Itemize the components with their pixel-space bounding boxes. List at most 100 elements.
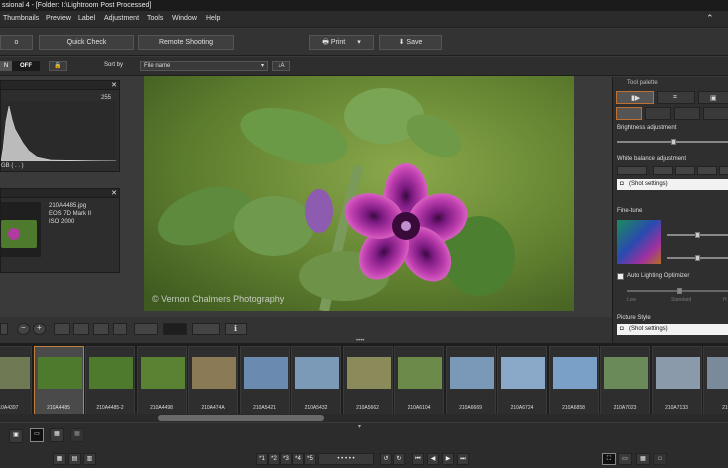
picture-style-select[interactable]: ◘ (Shot settings) bbox=[617, 324, 728, 335]
wb-select[interactable]: ◘ (Shot settings) bbox=[617, 179, 728, 190]
menu-window[interactable]: Window bbox=[172, 15, 197, 22]
grid-icon[interactable] bbox=[73, 323, 89, 335]
thumbnail-item[interactable]: 210A6858 bbox=[548, 346, 599, 415]
thumbnail-item[interactable]: 210A5662 bbox=[342, 346, 393, 415]
menu-adjustment[interactable]: Adjustment bbox=[104, 15, 139, 22]
fit-icon[interactable] bbox=[54, 323, 70, 335]
thumbnail-image bbox=[0, 357, 30, 389]
menu-help[interactable]: Help bbox=[206, 15, 220, 22]
subtab-2[interactable] bbox=[645, 107, 671, 120]
next-icon[interactable]: ▶ bbox=[442, 453, 454, 465]
thumbnail-label: 210A6104 bbox=[407, 405, 431, 411]
left-button[interactable]: o bbox=[0, 35, 33, 50]
thumbnail-item[interactable]: 210A6724 bbox=[497, 346, 547, 415]
display-mode-icon[interactable] bbox=[163, 323, 187, 335]
compare-icon[interactable] bbox=[93, 323, 109, 335]
wb-btn-4[interactable] bbox=[697, 166, 717, 175]
thumbnail-item[interactable]: 210A bbox=[703, 346, 728, 415]
rotate-right-icon[interactable]: ↻ bbox=[393, 453, 405, 465]
menu-label[interactable]: Label bbox=[78, 15, 95, 22]
filmstrip-scrollbar[interactable] bbox=[0, 414, 728, 422]
thumb-small-icon[interactable]: ▦ bbox=[53, 453, 66, 465]
first-icon[interactable]: ⏮ bbox=[412, 453, 424, 465]
wb-btn-5[interactable] bbox=[719, 166, 728, 175]
thumbnail-item[interactable]: 210A6669 bbox=[445, 346, 496, 415]
sort-select[interactable]: File name ▾ bbox=[140, 61, 268, 71]
rating-2[interactable]: *2 bbox=[268, 453, 280, 465]
thumbnail-item[interactable]: 210A4485-2 bbox=[85, 346, 135, 415]
af-point-icon[interactable] bbox=[192, 323, 220, 335]
fullscreen-icon[interactable]: ⛶ bbox=[602, 453, 616, 465]
save-button[interactable]: ⬇ Save bbox=[379, 35, 442, 50]
layout-icon[interactable] bbox=[113, 323, 127, 335]
thumbnail-item[interactable]: 210A4397 bbox=[0, 346, 32, 415]
color-grid[interactable] bbox=[617, 220, 661, 264]
collapse-icon[interactable]: ⌃ bbox=[706, 13, 714, 24]
brightness-knob[interactable] bbox=[671, 139, 676, 145]
info-icon[interactable]: ℹ bbox=[225, 323, 247, 335]
quick-check-button[interactable]: Quick Check bbox=[39, 35, 134, 50]
tab-basic[interactable]: ▮▶ bbox=[616, 91, 654, 104]
multi-view-icon[interactable]: ▦ bbox=[70, 428, 84, 442]
wb-btn-3[interactable] bbox=[675, 166, 695, 175]
finetune-knob-1[interactable] bbox=[695, 232, 700, 238]
thumbnail-item[interactable]: 210A6104 bbox=[394, 346, 444, 415]
tool-palette-title: Tool palette bbox=[627, 80, 658, 86]
thumbnail-item[interactable]: 210A4485 bbox=[33, 346, 84, 415]
rotate-left-icon[interactable]: ↺ bbox=[380, 453, 392, 465]
thumb-medium-icon[interactable]: ▤ bbox=[68, 453, 81, 465]
off-toggle[interactable]: OFF bbox=[12, 61, 40, 71]
rating-3[interactable]: *3 bbox=[280, 453, 292, 465]
label-dots[interactable]: • • • • • bbox=[318, 453, 374, 465]
zoom-out-icon[interactable]: − bbox=[17, 323, 30, 335]
rating-5[interactable]: *5 bbox=[304, 453, 316, 465]
view-btn-0[interactable] bbox=[0, 323, 8, 335]
thumbnail-item[interactable]: 210A7133 bbox=[651, 346, 702, 415]
menu-tools[interactable]: Tools bbox=[147, 15, 163, 22]
scroll-thumb[interactable] bbox=[158, 415, 324, 421]
zoom-in-icon[interactable]: + bbox=[33, 323, 46, 335]
preview-icon[interactable]: ▭ bbox=[618, 453, 632, 465]
menu-preview[interactable]: Preview bbox=[46, 15, 71, 22]
camera-icon[interactable]: ◘ bbox=[653, 453, 667, 465]
print-button[interactable]: 🖶 Print ▾ bbox=[309, 35, 374, 50]
alo-label: Auto Lighting Optimizer bbox=[627, 273, 690, 279]
frame-icon[interactable] bbox=[134, 323, 158, 335]
grid-view-icon[interactable]: ▦ bbox=[50, 428, 64, 442]
single-view-icon[interactable]: ▭ bbox=[30, 428, 44, 442]
close-icon[interactable]: ✕ bbox=[111, 81, 117, 90]
remote-shooting-button[interactable]: Remote Shooting bbox=[138, 35, 234, 50]
tab-crop[interactable]: ⌗ bbox=[657, 91, 695, 104]
raw-icon[interactable]: ▣ bbox=[9, 429, 23, 443]
alo-knob[interactable] bbox=[677, 288, 682, 294]
on-toggle[interactable]: N bbox=[0, 61, 12, 71]
thumbnail-item[interactable]: 210A4498 bbox=[136, 346, 187, 415]
last-icon[interactable]: ⏭ bbox=[457, 453, 469, 465]
thumbnail-label: 210A6669 bbox=[459, 405, 482, 411]
thumb-large-icon[interactable]: ▥ bbox=[83, 453, 96, 465]
compare-view-icon[interactable]: ▦ bbox=[636, 453, 650, 465]
thumbnail-item[interactable]: 210A474A bbox=[188, 346, 238, 415]
sort-order-icon[interactable]: ↓A bbox=[272, 61, 290, 71]
thumbnail-item[interactable]: 210A5432 bbox=[291, 346, 341, 415]
lock-icon[interactable]: 🔒 bbox=[49, 61, 67, 71]
prev-icon[interactable]: ◀ bbox=[427, 453, 439, 465]
rating-1[interactable]: *1 bbox=[256, 453, 268, 465]
collapse-arrow-icon[interactable]: ▾ bbox=[358, 423, 361, 430]
rating-4[interactable]: *4 bbox=[292, 453, 304, 465]
close-icon[interactable]: ✕ bbox=[111, 189, 117, 198]
wb-eyedropper[interactable] bbox=[617, 166, 647, 175]
subtab-4[interactable] bbox=[703, 107, 728, 120]
info-thumbnail bbox=[1, 202, 41, 257]
alo-checkbox[interactable] bbox=[617, 273, 624, 280]
thumbnail-item[interactable]: 210A5421 bbox=[239, 346, 290, 415]
subtab-1[interactable] bbox=[616, 107, 642, 120]
subtab-3[interactable] bbox=[674, 107, 700, 120]
thumbnail-item[interactable]: 210A7023 bbox=[600, 346, 650, 415]
wb-btn-2[interactable] bbox=[653, 166, 673, 175]
menu-thumbnails[interactable]: Thumbnails bbox=[3, 15, 39, 22]
main-preview-image[interactable]: © Vernon Chalmers Photography bbox=[144, 76, 574, 311]
view-toolbar: − + ℹ •••• bbox=[0, 317, 612, 344]
tab-stamp[interactable]: ▣ bbox=[698, 91, 728, 104]
finetune-knob-2[interactable] bbox=[695, 255, 700, 261]
